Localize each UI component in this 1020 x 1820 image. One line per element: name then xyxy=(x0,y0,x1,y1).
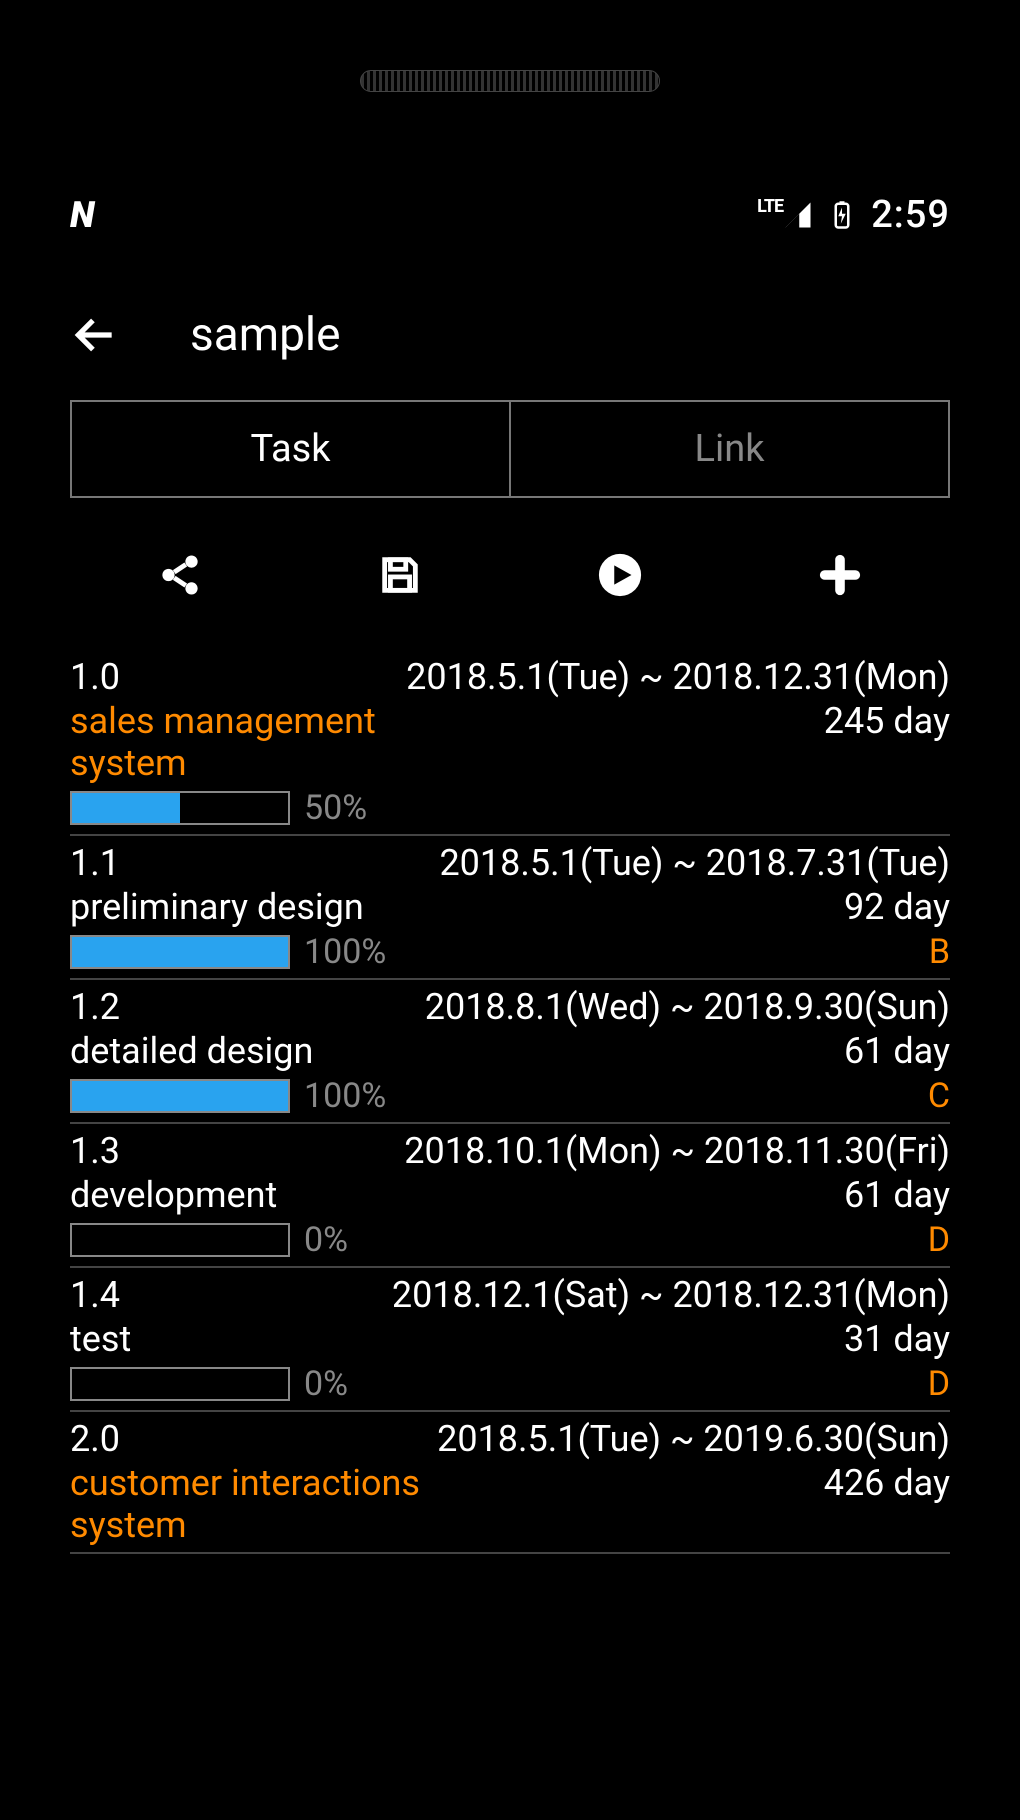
task-row[interactable]: 1.4 2018.12.1(Sat) ~ 2018.12.31(Mon) test 3… xyxy=(70,1268,950,1412)
task-row[interactable]: 1.0 2018.5.1(Tue) ~ 2018.12.31(Mon)sales … xyxy=(70,650,950,836)
task-dates: 2018.5.1(Tue) ~ 2018.7.31(Tue) xyxy=(439,842,950,884)
save-button[interactable] xyxy=(370,545,430,605)
tab-link[interactable]: Link xyxy=(509,402,948,496)
task-days: 92 day xyxy=(844,886,950,928)
status-bar: N LTE 2:59 xyxy=(0,180,1020,250)
tab-task[interactable]: Task xyxy=(72,402,509,496)
toolbar xyxy=(70,530,950,620)
progress-bar xyxy=(70,1223,290,1257)
page-title: sample xyxy=(190,308,341,362)
task-days: 426 day xyxy=(824,1462,950,1504)
add-icon xyxy=(817,552,863,598)
back-button[interactable] xyxy=(70,310,120,360)
task-dates: 2018.5.1(Tue) ~ 2019.6.30(Sun) xyxy=(437,1418,950,1460)
play-button[interactable] xyxy=(590,545,650,605)
task-dates: 2018.12.1(Sat) ~ 2018.12.31(Mon) xyxy=(392,1274,950,1316)
progress-bar xyxy=(70,935,290,969)
task-grade: D xyxy=(928,1220,950,1260)
progress-fill xyxy=(72,937,288,967)
task-name: detailed design xyxy=(70,1030,313,1072)
task-name: preliminary design xyxy=(70,886,364,928)
task-grade: B xyxy=(929,932,950,972)
progress-bar xyxy=(70,1079,290,1113)
task-id: 2.0 xyxy=(70,1418,120,1460)
task-row[interactable]: 2.0 2018.5.1(Tue) ~ 2019.6.30(Sun)custome… xyxy=(70,1412,950,1554)
progress-label: 0% xyxy=(304,1220,348,1260)
task-name: sales management system xyxy=(70,700,490,784)
task-name: customer interactions system xyxy=(70,1462,490,1546)
progress-label: 50% xyxy=(304,788,367,828)
save-icon xyxy=(377,552,423,598)
task-name: test xyxy=(70,1318,131,1360)
app-header: sample xyxy=(0,280,1020,390)
task-dates: 2018.8.1(Wed) ~ 2018.9.30(Sun) xyxy=(425,986,950,1028)
share-icon xyxy=(157,552,203,598)
task-id: 1.0 xyxy=(70,656,120,698)
task-grade: C xyxy=(928,1076,950,1116)
task-dates: 2018.5.1(Tue) ~ 2018.12.31(Mon) xyxy=(406,656,950,698)
device-speaker xyxy=(360,70,660,92)
task-grade: D xyxy=(928,1364,950,1404)
progress-label: 0% xyxy=(304,1364,348,1404)
task-list[interactable]: 1.0 2018.5.1(Tue) ~ 2018.12.31(Mon)sales … xyxy=(70,650,950,1660)
device-frame: N LTE 2:59 sample Task Link xyxy=(0,0,1020,1820)
task-name: development xyxy=(70,1174,277,1216)
network-lte-label: LTE xyxy=(757,196,783,217)
tab-bar: Task Link xyxy=(70,400,950,498)
play-icon xyxy=(597,552,643,598)
task-id: 1.4 xyxy=(70,1274,120,1316)
progress-bar xyxy=(70,791,290,825)
progress-fill xyxy=(72,1081,288,1111)
task-row[interactable]: 1.2 2018.8.1(Wed) ~ 2018.9.30(Sun) detaile… xyxy=(70,980,950,1124)
status-time: 2:59 xyxy=(871,193,950,237)
add-button[interactable] xyxy=(810,545,870,605)
task-days: 31 day xyxy=(844,1318,950,1360)
share-button[interactable] xyxy=(150,545,210,605)
task-days: 61 day xyxy=(844,1174,950,1216)
home-indicator xyxy=(360,1780,660,1790)
progress-label: 100% xyxy=(304,1076,386,1116)
task-id: 1.1 xyxy=(70,842,120,884)
task-row[interactable]: 1.3 2018.10.1(Mon) ~ 2018.11.30(Fri) devel… xyxy=(70,1124,950,1268)
battery-charging-icon xyxy=(827,200,857,230)
task-id: 1.2 xyxy=(70,986,120,1028)
task-dates: 2018.10.1(Mon) ~ 2018.11.30(Fri) xyxy=(404,1130,950,1172)
progress-fill xyxy=(72,793,180,823)
task-days: 245 day xyxy=(824,700,950,742)
progress-bar xyxy=(70,1367,290,1401)
android-n-icon: N xyxy=(70,194,92,236)
signal-icon xyxy=(783,200,813,230)
progress-label: 100% xyxy=(304,932,386,972)
task-days: 61 day xyxy=(844,1030,950,1072)
task-id: 1.3 xyxy=(70,1130,120,1172)
task-row[interactable]: 1.1 2018.5.1(Tue) ~ 2018.7.31(Tue) prelimi… xyxy=(70,836,950,980)
